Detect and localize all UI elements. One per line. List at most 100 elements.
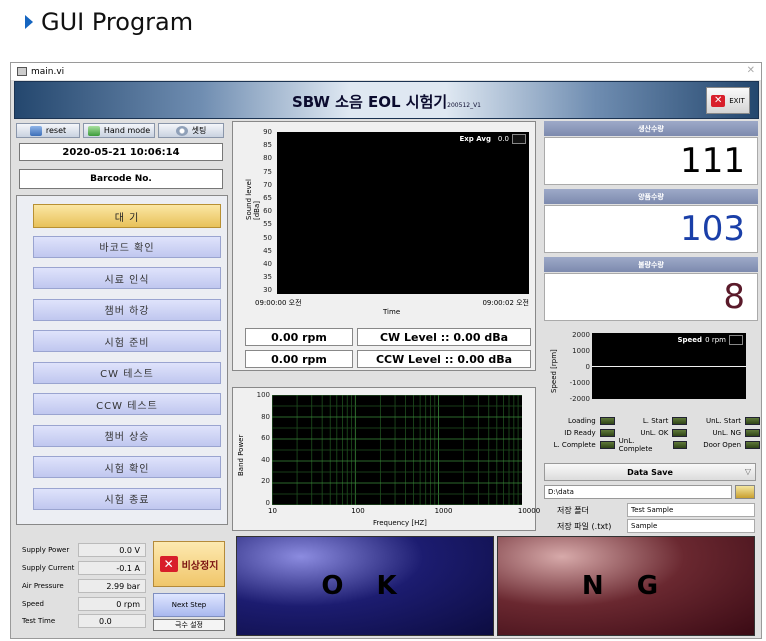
led-column: L. Start UnL. OK UnL. Complete	[619, 415, 688, 455]
sound-chart-panel: Sound level [dBa] 90 85 80 75 70 65 60 55 50 45 40…	[232, 121, 536, 371]
title-banner: SBW 소음 EOL 시험기200512_V1 ✕ EXIT	[14, 81, 759, 119]
step-button[interactable]: CCW 테스트	[33, 393, 221, 415]
sound-xlabel: Time	[383, 308, 401, 316]
next-step-button[interactable]: Next Step	[153, 593, 225, 617]
window-close-icon[interactable]: ✕	[747, 65, 755, 76]
ng-indicator: N G	[497, 536, 755, 636]
speed-y-tick: 1000	[572, 347, 590, 355]
step-button[interactable]: 챔버 상승	[33, 424, 221, 447]
data-save-dropdown[interactable]: Data Save ▽	[544, 463, 756, 481]
step-button[interactable]: 시험 준비	[33, 330, 221, 352]
supply-current-label: Supply Current	[22, 564, 75, 572]
settings-label: 셋팅	[191, 126, 207, 135]
folder-input[interactable]: Test Sample	[627, 503, 755, 517]
sound-y-tick: 35	[263, 273, 272, 282]
status-leds: Loading ID Ready L. Complete L. Start UnL. O…	[546, 415, 761, 455]
speed-y-tick: -1000	[569, 379, 590, 387]
emergency-stop-button[interactable]: ✕ 비상정지	[153, 541, 225, 587]
band-y-tick: 20	[261, 477, 270, 485]
band-y-tick: 0	[265, 498, 270, 507]
window-titlebar: main.vi ✕	[11, 63, 761, 80]
emergency-stop-label: 비상정지	[181, 560, 219, 572]
band-plot-area	[272, 395, 522, 505]
led-label: L. Start	[642, 417, 669, 425]
led-indicator: UnL. Start	[691, 415, 761, 427]
band-x-tick: 1000	[434, 507, 453, 515]
gear-icon	[175, 125, 188, 136]
hand-mode-button[interactable]: Hand mode	[83, 123, 155, 138]
folder-label: 저장 폴더	[557, 505, 589, 515]
reset-label: reset	[45, 126, 67, 135]
reset-icon	[29, 125, 42, 136]
led-label: ID Ready	[564, 429, 596, 437]
settings-button[interactable]: 셋팅	[158, 123, 224, 138]
reset-button[interactable]: reset	[16, 123, 80, 138]
band-xlabel: Frequency [HZ]	[373, 519, 427, 527]
stop-icon: ✕	[159, 556, 178, 572]
step-button[interactable]: 시험 확인	[33, 456, 221, 478]
speed-legend-label: Speed	[677, 336, 702, 344]
step-button[interactable]: 챔버 하강	[33, 298, 221, 321]
test-time-label: Test Time	[22, 617, 56, 625]
speed-legend-icon[interactable]	[729, 335, 743, 345]
barcode-field[interactable]: Barcode No.	[19, 169, 223, 189]
led-label: Door Open	[703, 441, 742, 449]
led-label: UnL. Start	[706, 417, 742, 425]
folder-browse-icon[interactable]	[735, 485, 755, 499]
step-button[interactable]: 대 기	[33, 204, 221, 228]
ok-label: O K	[321, 571, 409, 601]
speed-plot-area: Speed 0 rpm	[592, 333, 746, 399]
good-label: 양품수량	[544, 189, 758, 204]
hand-mode-label: Hand mode	[103, 126, 151, 135]
led-label: L. Complete	[553, 441, 596, 449]
speed-label: Speed	[22, 600, 44, 608]
band-x-tick: 100	[351, 507, 365, 515]
production-label: 생산수량	[544, 121, 758, 136]
step-button[interactable]: 시료 인식	[33, 267, 221, 289]
led-indicator: ID Ready	[546, 427, 615, 439]
bad-count: 8	[544, 273, 758, 321]
exit-label: EXIT	[729, 96, 745, 105]
file-input[interactable]: Sample	[627, 519, 755, 533]
triangle-bullet-icon	[25, 15, 33, 29]
sound-y-tick: 85	[263, 141, 272, 150]
sound-y-tick: 40	[263, 260, 272, 268]
led-light	[599, 417, 615, 425]
led-label: UnL. NG	[712, 429, 742, 437]
bad-label: 불량수량	[544, 257, 758, 272]
window-icon	[17, 67, 27, 76]
banner-title-text: SBW 소음 EOL 시험기	[291, 93, 448, 111]
sound-y-tick: 30	[263, 286, 272, 295]
polarity-setting-button[interactable]: 극수 설정	[153, 619, 225, 631]
led-indicator: L. Complete	[546, 439, 615, 451]
path-value: D:\data	[548, 488, 574, 496]
sound-y-tick: 50	[263, 233, 272, 242]
band-y-tick: 40	[261, 455, 270, 464]
next-step-label: Next Step	[171, 601, 207, 609]
plot-legend-icon[interactable]	[512, 134, 526, 144]
speed-y-tick: 0	[585, 363, 590, 371]
step-button[interactable]: CW 테스트	[33, 361, 221, 384]
exit-button[interactable]: ✕ EXIT	[706, 87, 750, 114]
path-field[interactable]: D:\data	[544, 485, 732, 499]
led-indicator: UnL. NG	[691, 427, 761, 439]
ccw-rpm-readout: 0.00 rpm	[245, 350, 353, 368]
test-time-value: 0.0	[78, 614, 146, 628]
step-button[interactable]: 시험 종료	[33, 487, 221, 510]
step-panel: 대 기바코드 확인시료 인식챔버 하강시험 준비 CW 테스트 CCW 테스트챔버 …	[16, 195, 228, 525]
speed-y-tick: -2000	[569, 395, 590, 403]
banner-title: SBW 소음 EOL 시험기200512_V1	[15, 91, 758, 112]
air-pressure-value: 2.99 bar	[78, 579, 146, 593]
sound-y-tick: 75	[263, 167, 272, 176]
ok-indicator: O K	[236, 536, 494, 636]
file-label: 저장 파일 (.txt)	[557, 521, 612, 531]
led-light	[745, 441, 761, 449]
led-label: UnL. OK	[640, 429, 669, 437]
speed-chart: Speed [rpm] 2000 1000 0 -1000 -2000 Speed 0 …	[546, 331, 760, 406]
band-x-tick: 10	[268, 507, 277, 515]
step-button[interactable]: 바코드 확인	[33, 235, 221, 258]
cw-level-readout: CW Level :: 0.00 dBa	[357, 328, 531, 346]
speed-legend-value: 0 rpm	[705, 336, 726, 344]
band-y-tick: 60	[261, 434, 270, 442]
sound-plot-area: Exp Avg 0.0	[277, 132, 529, 294]
